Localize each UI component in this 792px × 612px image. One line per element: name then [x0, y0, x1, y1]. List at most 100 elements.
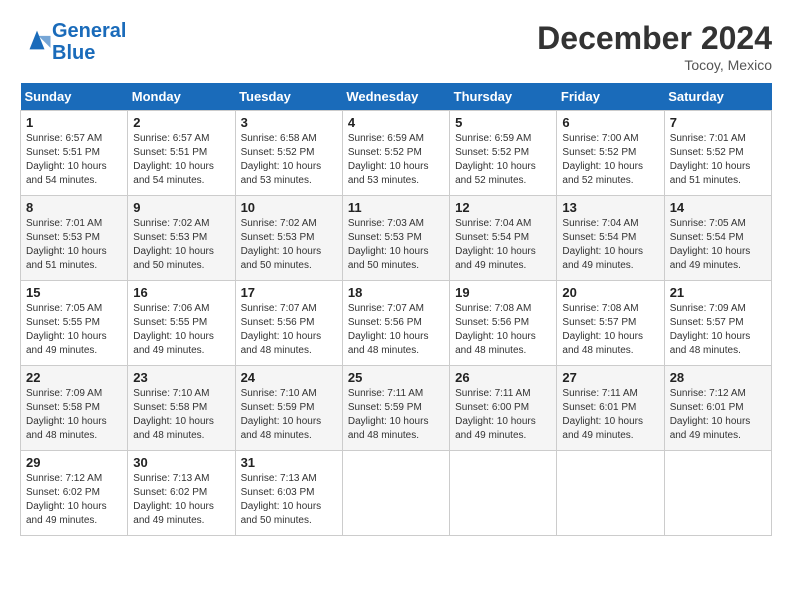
calendar-cell: 7 Sunrise: 7:01 AM Sunset: 5:52 PM Dayli…: [664, 111, 771, 196]
calendar-cell: 27 Sunrise: 7:11 AM Sunset: 6:01 PM Dayl…: [557, 366, 664, 451]
calendar-cell: 14 Sunrise: 7:05 AM Sunset: 5:54 PM Dayl…: [664, 196, 771, 281]
day-number: 8: [26, 200, 122, 215]
calendar-cell: 13 Sunrise: 7:04 AM Sunset: 5:54 PM Dayl…: [557, 196, 664, 281]
day-info: Sunrise: 6:59 AM Sunset: 5:52 PM Dayligh…: [455, 132, 551, 188]
calendar-cell: 8 Sunrise: 7:01 AM Sunset: 5:53 PM Dayli…: [21, 196, 128, 281]
day-info: Sunrise: 7:01 AM Sunset: 5:52 PM Dayligh…: [670, 132, 766, 188]
day-number: 24: [241, 370, 337, 385]
day-number: 30: [133, 455, 229, 470]
weekday-header: Monday: [128, 83, 235, 111]
day-number: 2: [133, 115, 229, 130]
logo-icon: [22, 25, 52, 55]
calendar-week-row: 15 Sunrise: 7:05 AM Sunset: 5:55 PM Dayl…: [21, 281, 772, 366]
day-info: Sunrise: 7:10 AM Sunset: 5:59 PM Dayligh…: [241, 387, 337, 443]
calendar-cell: 2 Sunrise: 6:57 AM Sunset: 5:51 PM Dayli…: [128, 111, 235, 196]
calendar-cell: 26 Sunrise: 7:11 AM Sunset: 6:00 PM Dayl…: [450, 366, 557, 451]
calendar-cell: [557, 451, 664, 536]
day-number: 17: [241, 285, 337, 300]
day-number: 31: [241, 455, 337, 470]
calendar-cell: 1 Sunrise: 6:57 AM Sunset: 5:51 PM Dayli…: [21, 111, 128, 196]
calendar-cell: 25 Sunrise: 7:11 AM Sunset: 5:59 PM Dayl…: [342, 366, 449, 451]
day-number: 1: [26, 115, 122, 130]
day-info: Sunrise: 6:57 AM Sunset: 5:51 PM Dayligh…: [26, 132, 122, 188]
calendar-cell: 24 Sunrise: 7:10 AM Sunset: 5:59 PM Dayl…: [235, 366, 342, 451]
day-info: Sunrise: 7:04 AM Sunset: 5:54 PM Dayligh…: [455, 217, 551, 273]
calendar-cell: [664, 451, 771, 536]
calendar-cell: 19 Sunrise: 7:08 AM Sunset: 5:56 PM Dayl…: [450, 281, 557, 366]
day-info: Sunrise: 7:13 AM Sunset: 6:02 PM Dayligh…: [133, 472, 229, 528]
day-number: 15: [26, 285, 122, 300]
calendar-cell: 18 Sunrise: 7:07 AM Sunset: 5:56 PM Dayl…: [342, 281, 449, 366]
calendar-cell: 12 Sunrise: 7:04 AM Sunset: 5:54 PM Dayl…: [450, 196, 557, 281]
calendar-cell: 3 Sunrise: 6:58 AM Sunset: 5:52 PM Dayli…: [235, 111, 342, 196]
day-info: Sunrise: 7:08 AM Sunset: 5:56 PM Dayligh…: [455, 302, 551, 358]
day-number: 9: [133, 200, 229, 215]
day-info: Sunrise: 7:09 AM Sunset: 5:58 PM Dayligh…: [26, 387, 122, 443]
day-number: 18: [348, 285, 444, 300]
day-number: 20: [562, 285, 658, 300]
calendar-week-row: 8 Sunrise: 7:01 AM Sunset: 5:53 PM Dayli…: [21, 196, 772, 281]
calendar-week-row: 22 Sunrise: 7:09 AM Sunset: 5:58 PM Dayl…: [21, 366, 772, 451]
weekday-header-row: SundayMondayTuesdayWednesdayThursdayFrid…: [21, 83, 772, 111]
day-info: Sunrise: 7:05 AM Sunset: 5:54 PM Dayligh…: [670, 217, 766, 273]
calendar-cell: [342, 451, 449, 536]
day-number: 4: [348, 115, 444, 130]
day-info: Sunrise: 7:04 AM Sunset: 5:54 PM Dayligh…: [562, 217, 658, 273]
day-info: Sunrise: 7:02 AM Sunset: 5:53 PM Dayligh…: [133, 217, 229, 273]
day-number: 28: [670, 370, 766, 385]
calendar-cell: 11 Sunrise: 7:03 AM Sunset: 5:53 PM Dayl…: [342, 196, 449, 281]
day-number: 11: [348, 200, 444, 215]
calendar-cell: 21 Sunrise: 7:09 AM Sunset: 5:57 PM Dayl…: [664, 281, 771, 366]
day-number: 7: [670, 115, 766, 130]
calendar-cell: 23 Sunrise: 7:10 AM Sunset: 5:58 PM Dayl…: [128, 366, 235, 451]
day-info: Sunrise: 7:12 AM Sunset: 6:02 PM Dayligh…: [26, 472, 122, 528]
day-info: Sunrise: 7:11 AM Sunset: 6:00 PM Dayligh…: [455, 387, 551, 443]
calendar-cell: 15 Sunrise: 7:05 AM Sunset: 5:55 PM Dayl…: [21, 281, 128, 366]
day-info: Sunrise: 7:07 AM Sunset: 5:56 PM Dayligh…: [348, 302, 444, 358]
day-info: Sunrise: 7:12 AM Sunset: 6:01 PM Dayligh…: [670, 387, 766, 443]
day-number: 10: [241, 200, 337, 215]
day-number: 25: [348, 370, 444, 385]
day-info: Sunrise: 7:13 AM Sunset: 6:03 PM Dayligh…: [241, 472, 337, 528]
day-info: Sunrise: 6:57 AM Sunset: 5:51 PM Dayligh…: [133, 132, 229, 188]
day-info: Sunrise: 7:08 AM Sunset: 5:57 PM Dayligh…: [562, 302, 658, 358]
day-info: Sunrise: 7:00 AM Sunset: 5:52 PM Dayligh…: [562, 132, 658, 188]
day-number: 14: [670, 200, 766, 215]
title-block: December 2024 Tocoy, Mexico: [537, 20, 772, 73]
day-number: 19: [455, 285, 551, 300]
calendar-cell: 5 Sunrise: 6:59 AM Sunset: 5:52 PM Dayli…: [450, 111, 557, 196]
day-number: 5: [455, 115, 551, 130]
calendar-cell: 22 Sunrise: 7:09 AM Sunset: 5:58 PM Dayl…: [21, 366, 128, 451]
calendar-cell: 20 Sunrise: 7:08 AM Sunset: 5:57 PM Dayl…: [557, 281, 664, 366]
day-info: Sunrise: 7:01 AM Sunset: 5:53 PM Dayligh…: [26, 217, 122, 273]
weekday-header: Tuesday: [235, 83, 342, 111]
day-info: Sunrise: 7:11 AM Sunset: 5:59 PM Dayligh…: [348, 387, 444, 443]
weekday-header: Thursday: [450, 83, 557, 111]
day-number: 6: [562, 115, 658, 130]
logo-text-line2: Blue: [52, 42, 126, 64]
day-info: Sunrise: 7:05 AM Sunset: 5:55 PM Dayligh…: [26, 302, 122, 358]
weekday-header: Saturday: [664, 83, 771, 111]
weekday-header: Wednesday: [342, 83, 449, 111]
day-info: Sunrise: 7:11 AM Sunset: 6:01 PM Dayligh…: [562, 387, 658, 443]
day-number: 12: [455, 200, 551, 215]
day-info: Sunrise: 6:59 AM Sunset: 5:52 PM Dayligh…: [348, 132, 444, 188]
day-info: Sunrise: 6:58 AM Sunset: 5:52 PM Dayligh…: [241, 132, 337, 188]
day-number: 3: [241, 115, 337, 130]
page-header: General Blue December 2024 Tocoy, Mexico: [20, 20, 772, 73]
day-info: Sunrise: 7:02 AM Sunset: 5:53 PM Dayligh…: [241, 217, 337, 273]
day-number: 13: [562, 200, 658, 215]
calendar-cell: 30 Sunrise: 7:13 AM Sunset: 6:02 PM Dayl…: [128, 451, 235, 536]
calendar-cell: 10 Sunrise: 7:02 AM Sunset: 5:53 PM Dayl…: [235, 196, 342, 281]
day-number: 16: [133, 285, 229, 300]
calendar-week-row: 29 Sunrise: 7:12 AM Sunset: 6:02 PM Dayl…: [21, 451, 772, 536]
calendar-cell: 28 Sunrise: 7:12 AM Sunset: 6:01 PM Dayl…: [664, 366, 771, 451]
weekday-header: Friday: [557, 83, 664, 111]
calendar-table: SundayMondayTuesdayWednesdayThursdayFrid…: [20, 83, 772, 536]
day-info: Sunrise: 7:09 AM Sunset: 5:57 PM Dayligh…: [670, 302, 766, 358]
month-title: December 2024: [537, 20, 772, 57]
logo-text-line1: General: [52, 20, 126, 42]
weekday-header: Sunday: [21, 83, 128, 111]
calendar-cell: 9 Sunrise: 7:02 AM Sunset: 5:53 PM Dayli…: [128, 196, 235, 281]
calendar-cell: 4 Sunrise: 6:59 AM Sunset: 5:52 PM Dayli…: [342, 111, 449, 196]
